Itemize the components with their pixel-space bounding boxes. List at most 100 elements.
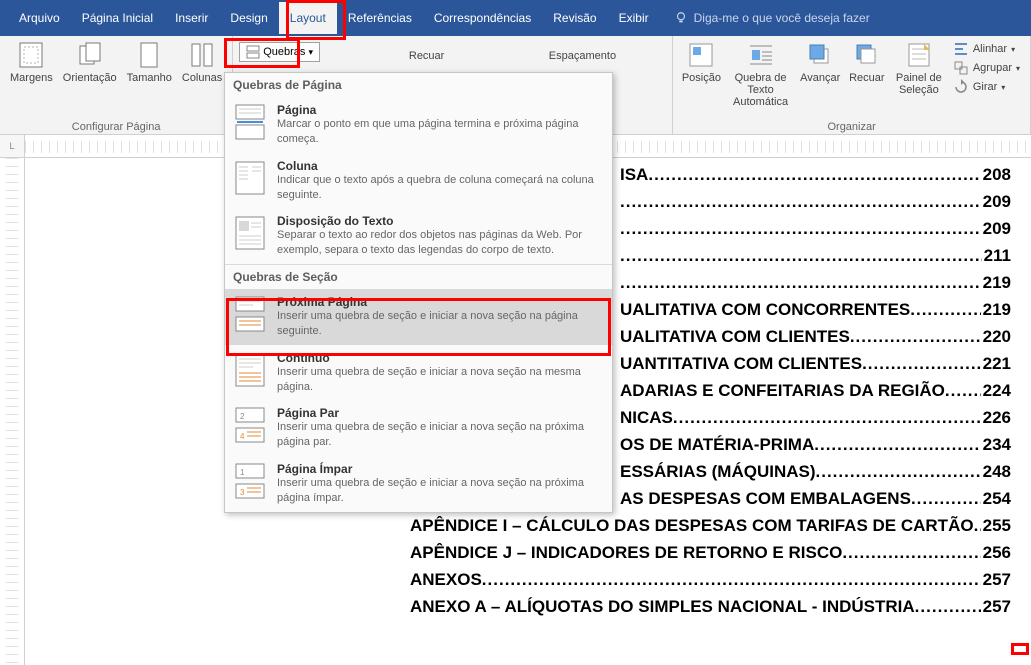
toc-page-number: 255 <box>983 516 1011 536</box>
toc-leader-dots <box>910 300 980 320</box>
dd-title: Próxima Página <box>277 295 604 309</box>
toc-page-number: 248 <box>983 462 1011 482</box>
vertical-ruler[interactable] <box>0 158 25 665</box>
tab-layout[interactable]: Layout <box>279 2 337 34</box>
dd-desc: Separar o texto ao redor dos objetos nas… <box>277 228 604 258</box>
svg-text:1: 1 <box>240 468 245 477</box>
toc-page-number: 209 <box>983 219 1011 239</box>
tell-me-box[interactable]: Diga-me o que você deseja fazer <box>674 11 870 25</box>
tab-revisao[interactable]: Revisão <box>542 2 607 34</box>
toc-page-number: 257 <box>983 570 1011 590</box>
toc-leader-dots <box>911 489 981 509</box>
margens-button[interactable]: Margens <box>6 38 57 86</box>
dd-title: Disposição do Texto <box>277 214 604 228</box>
next-page-section-icon <box>233 295 267 333</box>
toc-page-number: 234 <box>983 435 1011 455</box>
dd-title: Coluna <box>277 159 604 173</box>
dd-item-continuo[interactable]: ContínuoInserir uma quebra de seção e in… <box>225 345 612 401</box>
toc-text: ANEXOS <box>410 570 482 590</box>
recuar-header: Recuar <box>409 50 444 62</box>
breaks-dropdown: Quebras de Página PáginaMarcar o ponto e… <box>224 72 613 513</box>
tab-pagina-inicial[interactable]: Página Inicial <box>71 2 164 34</box>
colunas-button[interactable]: Colunas <box>178 38 226 86</box>
position-icon <box>686 40 716 70</box>
ruler-corner: L <box>0 135 25 158</box>
painel-selecao-button[interactable]: Painel de Seleção <box>891 38 947 98</box>
rotate-icon <box>953 79 969 95</box>
chevron-down-icon: ▾ <box>1016 64 1020 73</box>
bring-forward-icon <box>805 40 835 70</box>
alinhar-button[interactable]: Alinhar▾ <box>953 40 1020 58</box>
orientacao-button[interactable]: Orientação <box>59 38 121 86</box>
recuar-button[interactable]: Recuar <box>845 38 889 86</box>
group-icon <box>953 60 969 76</box>
svg-text:2: 2 <box>240 412 245 421</box>
toc-text: ADARIAS E CONFEITARIAS DA REGIÃO <box>620 381 945 401</box>
tamanho-label: Tamanho <box>127 72 172 84</box>
tab-arquivo[interactable]: Arquivo <box>8 2 71 34</box>
margins-icon <box>16 40 46 70</box>
tab-inserir[interactable]: Inserir <box>164 2 219 34</box>
chevron-down-icon: ▾ <box>308 47 313 58</box>
toc-leader-dots <box>620 192 981 212</box>
toc-leader-dots <box>482 570 981 590</box>
dd-section-section-breaks: Quebras de Seção <box>225 265 612 289</box>
recuar-label: Recuar <box>849 72 884 84</box>
toc-page-number: 208 <box>983 165 1011 185</box>
toc-page-number: 220 <box>983 327 1011 347</box>
dd-desc: Inserir uma quebra de seção e iniciar a … <box>277 420 604 450</box>
toc-line: APÊNDICE J – INDICADORES DE RETORNO E RI… <box>40 543 1011 563</box>
agrupar-button[interactable]: Agrupar▾ <box>953 59 1020 77</box>
size-icon <box>134 40 164 70</box>
tab-correspondencias[interactable]: Correspondências <box>423 2 542 34</box>
send-backward-icon <box>852 40 882 70</box>
tamanho-button[interactable]: Tamanho <box>123 38 176 86</box>
toc-text: ESSÁRIAS (MÁQUINAS) <box>620 462 816 482</box>
quebra-texto-label: Quebra de Texto Automática <box>730 72 792 108</box>
quebra-texto-button[interactable]: Quebra de Texto Automática <box>726 38 796 110</box>
posicao-label: Posição <box>682 72 721 84</box>
dd-item-coluna[interactable]: ColunaIndicar que o texto após a quebra … <box>225 153 612 209</box>
dd-item-pagina-par[interactable]: 24 Página ParInserir uma quebra de seção… <box>225 400 612 456</box>
dd-item-pagina-impar[interactable]: 13 Página ÍmparInserir uma quebra de seç… <box>225 456 612 512</box>
tab-exibir[interactable]: Exibir <box>608 2 660 34</box>
toc-leader-dots <box>620 219 981 239</box>
avancar-button[interactable]: Avançar <box>798 38 843 86</box>
page-break-icon <box>233 103 267 141</box>
dd-item-disposicao-texto[interactable]: Disposição do TextoSeparar o texto ao re… <box>225 208 612 264</box>
selection-pane-icon <box>904 40 934 70</box>
dd-section-page-breaks: Quebras de Página <box>225 73 612 97</box>
colunas-label: Colunas <box>182 72 222 84</box>
toc-leader-dots <box>648 165 980 185</box>
toc-page-number: 211 <box>984 246 1011 266</box>
dd-title: Página Ímpar <box>277 462 604 476</box>
dd-desc: Inserir uma quebra de seção e iniciar a … <box>277 476 604 506</box>
toc-leader-dots <box>620 246 982 266</box>
dd-title: Contínuo <box>277 351 604 365</box>
quebras-button[interactable]: Quebras ▾ <box>239 42 320 62</box>
dd-item-pagina[interactable]: PáginaMarcar o ponto em que uma página t… <box>225 97 612 153</box>
align-icon <box>953 41 969 57</box>
toc-line: ANEXO A – ALÍQUOTAS DO SIMPLES NACIONAL … <box>40 597 1011 617</box>
toc-leader-dots <box>842 543 980 563</box>
toc-text: ANEXO A – ALÍQUOTAS DO SIMPLES NACIONAL … <box>410 597 915 617</box>
toc-text: ISA <box>620 165 648 185</box>
toc-page-number: 256 <box>983 543 1011 563</box>
textwrap-icon <box>746 40 776 70</box>
posicao-button[interactable]: Posição <box>679 38 723 86</box>
columns-icon <box>187 40 217 70</box>
dd-desc: Inserir uma quebra de seção e iniciar a … <box>277 365 604 395</box>
toc-text: UANTITATIVA COM CLIENTES <box>620 354 862 374</box>
toc-page-number: 221 <box>983 354 1011 374</box>
highlight-bottom-right <box>1011 643 1029 655</box>
toc-page-number: 224 <box>983 381 1011 401</box>
tab-referencias[interactable]: Referências <box>337 2 423 34</box>
tab-design[interactable]: Design <box>219 2 278 34</box>
toc-text: OS DE MATÉRIA-PRIMA <box>620 435 814 455</box>
toc-leader-dots <box>814 435 980 455</box>
toc-text: UALITATIVA COM CLIENTES <box>620 327 850 347</box>
avancar-label: Avançar <box>800 72 840 84</box>
girar-button[interactable]: Girar▾ <box>953 78 1020 96</box>
toc-leader-dots <box>915 597 981 617</box>
dd-item-proxima-pagina[interactable]: Próxima PáginaInserir uma quebra de seçã… <box>225 289 612 345</box>
